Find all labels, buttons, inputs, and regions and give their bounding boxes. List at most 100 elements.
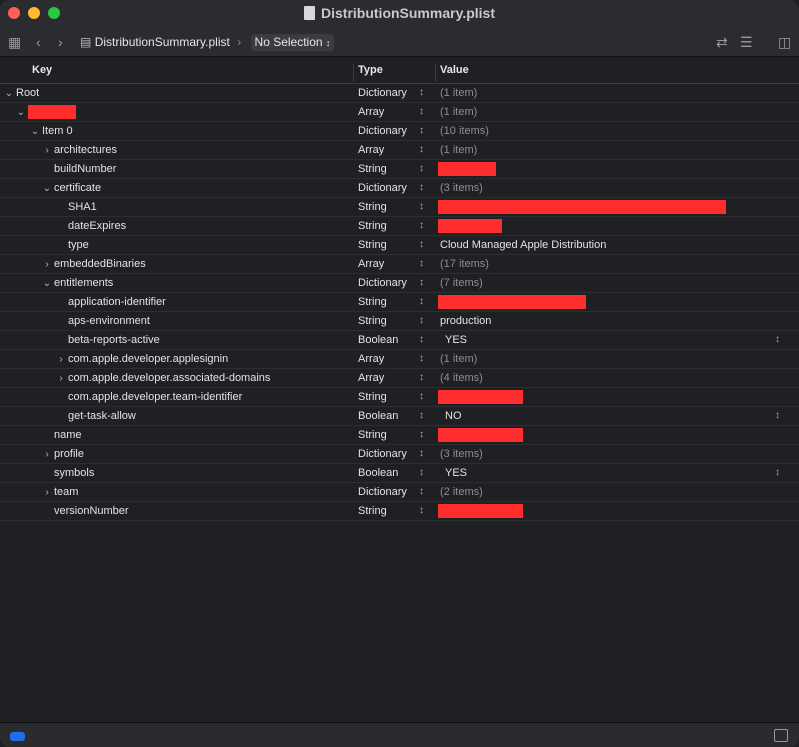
value-column-header[interactable]: Value bbox=[440, 64, 469, 76]
back-icon[interactable]: ‹ bbox=[36, 34, 41, 50]
chevron-right-icon[interactable]: › bbox=[56, 370, 66, 388]
row-type[interactable]: Dictionary bbox=[358, 84, 407, 102]
row-type[interactable]: Array bbox=[358, 141, 384, 159]
row-value[interactable]: YES bbox=[445, 464, 467, 482]
chevron-right-icon[interactable]: › bbox=[42, 142, 52, 160]
table-row[interactable]: › com.apple.developer.applesignin Array ↕ (1… bbox=[0, 350, 799, 369]
row-type[interactable]: String bbox=[358, 160, 387, 178]
row-key[interactable]: ⌄ Root bbox=[4, 84, 39, 103]
type-updown-icon[interactable]: ↕ bbox=[419, 198, 424, 216]
row-type[interactable]: Boolean bbox=[358, 331, 398, 349]
chevron-right-icon[interactable]: › bbox=[42, 256, 52, 274]
type-updown-icon[interactable]: ↕ bbox=[419, 331, 424, 349]
column-divider[interactable] bbox=[353, 64, 354, 82]
table-row[interactable]: name String ↕ bbox=[0, 426, 799, 445]
table-row[interactable]: › profile Dictionary ↕ (3 items) bbox=[0, 445, 799, 464]
type-column-header[interactable]: Type bbox=[358, 64, 383, 76]
row-type[interactable]: Array bbox=[358, 103, 384, 121]
status-indicator-icon[interactable] bbox=[10, 732, 25, 741]
type-updown-icon[interactable]: ↕ bbox=[419, 483, 424, 501]
table-row[interactable]: symbols Boolean ↕ YES ↕ bbox=[0, 464, 799, 483]
type-updown-icon[interactable]: ↕ bbox=[419, 350, 424, 368]
row-key[interactable]: name bbox=[42, 426, 82, 444]
type-updown-icon[interactable]: ↕ bbox=[419, 236, 424, 254]
row-value[interactable]: (1 item) bbox=[440, 103, 477, 121]
type-updown-icon[interactable]: ↕ bbox=[419, 255, 424, 273]
type-updown-icon[interactable]: ↕ bbox=[419, 160, 424, 178]
row-value[interactable]: (1 item) bbox=[440, 84, 477, 102]
row-key[interactable]: application-identifier bbox=[56, 293, 166, 311]
row-key[interactable]: com.apple.developer.team-identifier bbox=[56, 388, 242, 406]
table-row[interactable]: ⌄ Array ↕ (1 item) bbox=[0, 103, 799, 122]
toggle-panel-icon[interactable] bbox=[774, 729, 788, 742]
row-key[interactable]: › com.apple.developer.associated-domains bbox=[56, 369, 270, 388]
row-key[interactable]: versionNumber bbox=[42, 502, 129, 520]
row-key[interactable]: get-task-allow bbox=[56, 407, 136, 425]
jump-bar-selection[interactable]: No Selection ↕ bbox=[250, 34, 335, 51]
row-key[interactable]: ⌄ bbox=[16, 103, 28, 122]
table-row[interactable]: type String ↕ Cloud Managed Apple Distribut… bbox=[0, 236, 799, 255]
updown-chevron-icon[interactable]: ↕ bbox=[775, 407, 780, 425]
chevron-right-icon[interactable]: › bbox=[42, 446, 52, 464]
updown-chevron-icon[interactable]: ↕ bbox=[775, 464, 780, 482]
updown-chevron-icon[interactable]: ↕ bbox=[775, 331, 780, 349]
row-value[interactable]: (10 items) bbox=[440, 122, 489, 140]
row-value[interactable]: NO bbox=[445, 407, 462, 425]
row-value[interactable]: Cloud Managed Apple Distribution bbox=[440, 236, 606, 254]
row-key[interactable]: ⌄ certificate bbox=[42, 179, 101, 198]
swap-icon[interactable]: ⇄ bbox=[716, 34, 728, 50]
column-divider[interactable] bbox=[435, 64, 436, 82]
table-row[interactable]: › architectures Array ↕ (1 item) bbox=[0, 141, 799, 160]
table-row[interactable]: ⌄ Root Dictionary ↕ (1 item) bbox=[0, 84, 799, 103]
table-row[interactable]: application-identifier String ↕ bbox=[0, 293, 799, 312]
row-value[interactable]: (2 items) bbox=[440, 483, 483, 501]
row-type[interactable]: String bbox=[358, 388, 387, 406]
table-row[interactable]: aps-environment String ↕ production bbox=[0, 312, 799, 331]
table-row[interactable]: com.apple.developer.team-identifier Strin… bbox=[0, 388, 799, 407]
row-type[interactable]: String bbox=[358, 293, 387, 311]
row-type[interactable]: String bbox=[358, 312, 387, 330]
row-value[interactable]: (1 item) bbox=[440, 350, 477, 368]
row-key[interactable]: beta-reports-active bbox=[56, 331, 160, 349]
row-key[interactable]: › architectures bbox=[42, 141, 117, 160]
type-updown-icon[interactable]: ↕ bbox=[419, 426, 424, 444]
type-updown-icon[interactable]: ↕ bbox=[419, 464, 424, 482]
row-type[interactable]: Array bbox=[358, 350, 384, 368]
row-key[interactable]: buildNumber bbox=[42, 160, 116, 178]
row-value[interactable]: YES bbox=[445, 331, 467, 349]
type-updown-icon[interactable]: ↕ bbox=[419, 122, 424, 140]
jump-bar-file[interactable]: DistributionSummary.plist bbox=[95, 35, 230, 49]
table-row[interactable]: dateExpires String ↕ bbox=[0, 217, 799, 236]
chevron-right-icon[interactable]: › bbox=[42, 484, 52, 502]
row-key[interactable]: dateExpires bbox=[56, 217, 126, 235]
table-row[interactable]: › com.apple.developer.associated-domains A… bbox=[0, 369, 799, 388]
type-updown-icon[interactable]: ↕ bbox=[419, 445, 424, 463]
row-key[interactable]: SHA1 bbox=[56, 198, 97, 216]
table-row[interactable]: › embeddedBinaries Array ↕ (17 items) bbox=[0, 255, 799, 274]
type-updown-icon[interactable]: ↕ bbox=[419, 407, 424, 425]
table-row[interactable]: ⌄ certificate Dictionary ↕ (3 items) bbox=[0, 179, 799, 198]
row-type[interactable]: String bbox=[358, 217, 387, 235]
type-updown-icon[interactable]: ↕ bbox=[419, 369, 424, 387]
table-row[interactable]: versionNumber String ↕ bbox=[0, 502, 799, 521]
row-key[interactable]: ⌄ entitlements bbox=[42, 274, 114, 293]
chevron-right-icon[interactable]: › bbox=[56, 351, 66, 369]
row-type[interactable]: Dictionary bbox=[358, 483, 407, 501]
row-type[interactable]: Array bbox=[358, 255, 384, 273]
row-type[interactable]: Dictionary bbox=[358, 179, 407, 197]
row-value[interactable]: (17 items) bbox=[440, 255, 489, 273]
row-key[interactable]: type bbox=[56, 236, 89, 254]
table-row[interactable]: SHA1 String ↕ bbox=[0, 198, 799, 217]
chevron-down-icon[interactable]: ⌄ bbox=[16, 104, 26, 122]
type-updown-icon[interactable]: ↕ bbox=[419, 179, 424, 197]
row-type[interactable]: Array bbox=[358, 369, 384, 387]
row-value[interactable]: (7 items) bbox=[440, 274, 483, 292]
table-row[interactable]: get-task-allow Boolean ↕ NO ↕ bbox=[0, 407, 799, 426]
row-value[interactable]: (4 items) bbox=[440, 369, 483, 387]
type-updown-icon[interactable]: ↕ bbox=[419, 293, 424, 311]
row-type[interactable]: String bbox=[358, 426, 387, 444]
type-updown-icon[interactable]: ↕ bbox=[419, 388, 424, 406]
row-type[interactable]: Boolean bbox=[358, 464, 398, 482]
row-key[interactable]: › com.apple.developer.applesignin bbox=[56, 350, 228, 369]
table-row[interactable]: ⌄ Item 0 Dictionary ↕ (10 items) bbox=[0, 122, 799, 141]
